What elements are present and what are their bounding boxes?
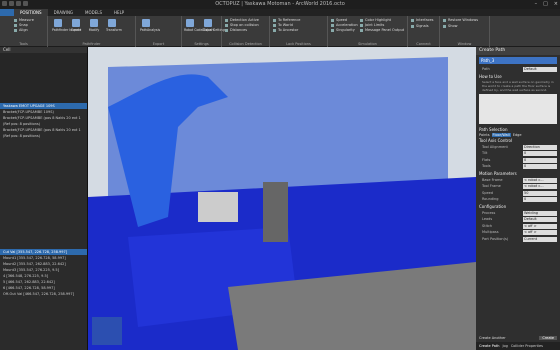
speed-toggle[interactable]: Speed <box>331 18 347 22</box>
tab-create-path[interactable]: Create Path <box>479 342 499 350</box>
fixture <box>198 192 238 222</box>
tab-positions[interactable]: POSITIONS <box>14 9 48 16</box>
howto-text: Select a face and a wall surface on geom… <box>482 79 554 92</box>
tab-drawing[interactable]: DRAWING <box>48 9 79 16</box>
signals-button[interactable]: Signals <box>411 24 429 28</box>
path-select[interactable]: Default <box>523 67 557 72</box>
create-button[interactable]: Create <box>70 19 82 32</box>
motion-section[interactable]: Motion Parameters <box>476 170 560 177</box>
tab-file[interactable] <box>0 9 14 16</box>
group-pathfinder: Pathfinder Inspect Create Modify Transfo… <box>48 16 136 47</box>
view-cube <box>92 317 122 345</box>
maximize-icon[interactable]: □ <box>543 1 548 7</box>
tab-collider-properties[interactable]: Collider Properties <box>511 342 543 350</box>
interfaces-button[interactable]: Interfaces <box>411 18 434 22</box>
detection-active-toggle[interactable]: Detection Active <box>225 18 259 22</box>
show-dropdown[interactable]: Show <box>443 24 457 28</box>
group-label: Pathfinder <box>82 42 101 46</box>
group-label: Window <box>457 42 472 46</box>
mode-points[interactable]: Points <box>479 133 490 137</box>
group-label: Tools <box>19 42 28 46</box>
create-footer: Create Another Create <box>479 336 557 340</box>
mode-floor-wall[interactable]: Floor/Wall <box>491 132 511 137</box>
robot-cell-scene <box>88 47 476 350</box>
torch-holder <box>263 182 288 242</box>
cell-panel: Cell Yaskawa EMOT UPGAGE 109S Bracket(FC… <box>0 47 88 350</box>
analysis-icon <box>142 19 150 27</box>
create-path-panel: Create Path Path_3 Path Default How to Us… <box>476 47 560 350</box>
group-label: Export <box>152 42 165 46</box>
tree-toolbar-area <box>0 53 87 103</box>
3d-viewport[interactable] <box>88 47 476 350</box>
message-output-toggle[interactable]: Message Panel Output <box>360 28 404 32</box>
joint-limits-toggle[interactable]: Joint Limits <box>360 23 384 27</box>
tab-models[interactable]: MODELS <box>79 9 108 16</box>
pathanalysis-button[interactable]: PathAnalysis <box>140 19 160 32</box>
group-tools: Measure Snap Align Tools <box>0 16 48 47</box>
configuration-section[interactable]: Configuration <box>476 203 560 210</box>
modify-button[interactable]: Modify <box>88 19 100 32</box>
minimize-icon[interactable]: – <box>535 1 538 7</box>
tab-help[interactable]: HELP <box>108 9 130 16</box>
group-label: Connect <box>416 42 431 46</box>
acceleration-toggle[interactable]: Acceleration <box>331 23 358 27</box>
create-another-checkbox[interactable]: Create Another <box>479 336 506 340</box>
gear-icon <box>204 19 212 27</box>
transform-icon <box>108 19 116 27</box>
measure-button[interactable]: Measure <box>14 18 34 22</box>
window-title: OCTOPUZ | Yaskawa Motoman - ArcWorld 201… <box>215 1 345 7</box>
ribbon-tabs: POSITIONS DRAWING MODELS HELP <box>0 9 560 16</box>
robot-code-export-button[interactable]: Robot Code Export <box>184 19 214 32</box>
group-simulation: Speed Acceleration Singularity Color Hig… <box>328 16 408 47</box>
position-row[interactable]: Off-Out Val [466.547, 226.728, 258.997] <box>0 291 87 297</box>
singularity-toggle[interactable]: Singularity <box>331 28 355 32</box>
modify-icon <box>90 19 98 27</box>
stop-on-collision-toggle[interactable]: Stop on collision <box>225 23 259 27</box>
create-icon <box>72 19 80 27</box>
group-export: PathAnalysis Export <box>136 16 182 47</box>
ribbon: Measure Snap Align Tools Pathfinder Insp… <box>0 16 560 47</box>
howto-image <box>479 93 557 124</box>
lock-to-reference[interactable]: To Reference <box>273 18 300 22</box>
inspect-icon <box>54 19 62 27</box>
mode-edge[interactable]: Edge <box>513 133 522 137</box>
color-highlight-toggle[interactable]: Color Highlight <box>360 18 391 22</box>
group-connect: Interfaces Signals Connect <box>408 16 440 47</box>
create-button[interactable]: Create <box>539 336 557 340</box>
group-label: Lock Positions <box>286 42 311 46</box>
panel-title: Create Path <box>476 47 560 55</box>
distances-toggle[interactable]: Distances <box>225 28 247 32</box>
group-label: Collision Detection <box>229 42 262 46</box>
tool-axis-section[interactable]: Tool Axis Control <box>476 137 560 144</box>
title-bar: OCTOPUZ | Yaskawa Motoman - ArcWorld 201… <box>0 0 560 9</box>
inspect-button[interactable]: Pathfinder Inspect <box>52 19 81 32</box>
tab-jog[interactable]: Jog <box>502 342 507 350</box>
path-selection-section[interactable]: Path Selection <box>476 126 560 133</box>
bottom-tabs: Create Path Jog Collider Properties <box>476 342 560 350</box>
snap-button[interactable]: Snap <box>14 23 28 27</box>
group-label: Simulation <box>358 42 377 46</box>
lock-to-ancestor[interactable]: To Ancestor <box>273 28 298 32</box>
window-controls[interactable]: – □ × <box>535 1 558 7</box>
lock-to-world[interactable]: To World <box>273 23 293 27</box>
close-icon[interactable]: × <box>554 1 558 7</box>
group-label: Settings <box>194 42 209 46</box>
transform-button[interactable]: Transform <box>106 19 122 32</box>
prop-row: Part Position(s) Current <box>476 236 560 243</box>
group-collision: Detection Active Stop on collision Dista… <box>222 16 270 47</box>
group-window: Restore Windows Show Window <box>440 16 490 47</box>
export-icon <box>186 19 194 27</box>
path-name-field[interactable]: Path_3 <box>479 57 557 64</box>
group-settings: Robot Code Export Global Settings Settin… <box>182 16 226 47</box>
how-to-section[interactable]: How to Use <box>476 73 560 80</box>
global-settings-button[interactable]: Global Settings <box>202 19 226 32</box>
align-button[interactable]: Align <box>14 28 28 32</box>
group-lock: To Reference To World To Ancestor Lock P… <box>270 16 328 47</box>
restore-windows-button[interactable]: Restore Windows <box>443 18 478 22</box>
